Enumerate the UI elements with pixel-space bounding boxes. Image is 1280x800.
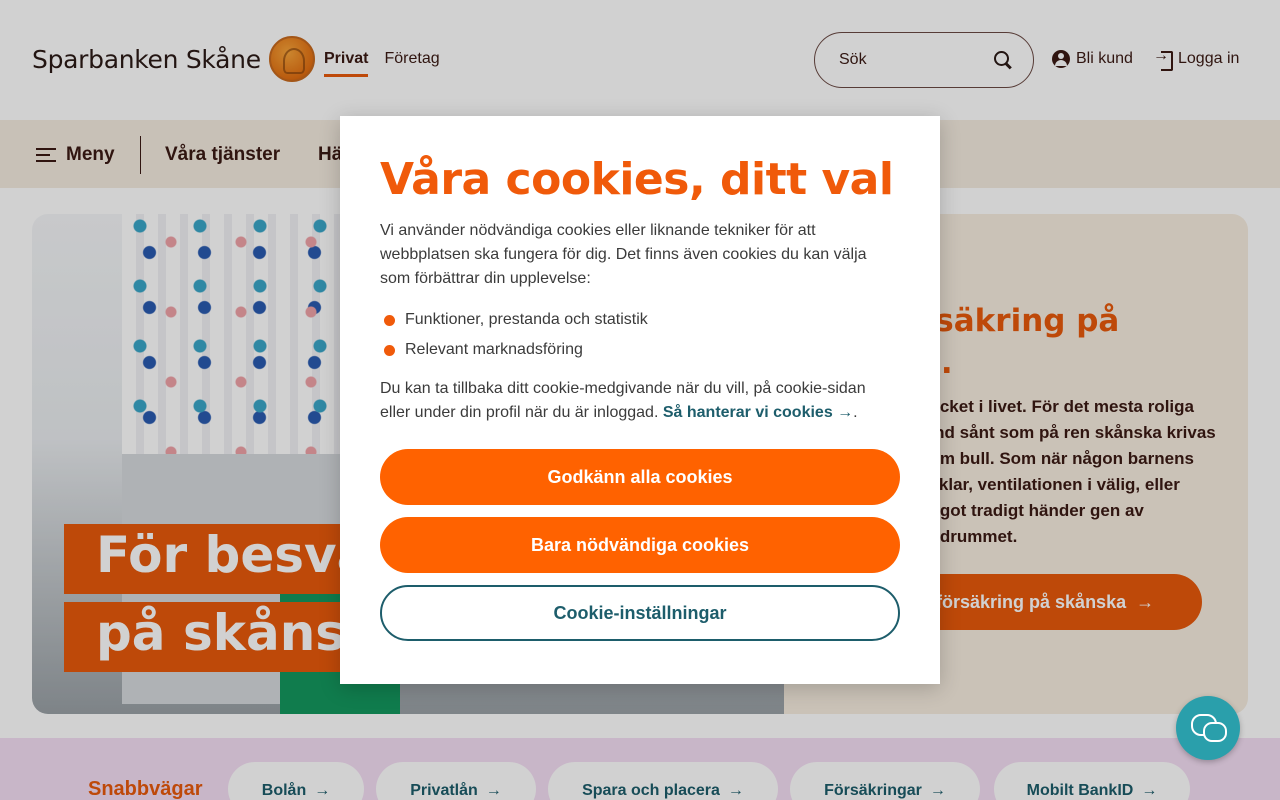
cookie-dialog-intro: Vi använder nödvändiga cookies eller lik… bbox=[380, 222, 867, 287]
cookie-settings-button[interactable]: Cookie-inställningar bbox=[380, 585, 900, 641]
cookie-dialog-outro: Du kan ta tillbaka ditt cookie-medgivand… bbox=[380, 380, 866, 421]
necessary-cookies-button[interactable]: Bara nödvändiga cookies bbox=[380, 517, 900, 573]
cookie-dialog-title: Våra cookies, ditt val bbox=[380, 154, 894, 205]
list-item-label: Funktioner, prestanda och statistik bbox=[405, 311, 648, 328]
list-item: Funktioner, prestanda och statistik bbox=[380, 305, 900, 335]
list-item: Relevant marknadsföring bbox=[380, 335, 900, 365]
cookie-consent-dialog: Våra cookies, ditt val Vi använder nödvä… bbox=[340, 116, 940, 684]
chat-button[interactable] bbox=[1176, 696, 1240, 760]
bullet-icon bbox=[384, 314, 395, 326]
bullet-icon bbox=[384, 344, 395, 356]
cookie-policy-link[interactable]: Så hanterar vi cookies → bbox=[663, 404, 853, 421]
cookie-purpose-list: Funktioner, prestanda och statistik Rele… bbox=[380, 305, 900, 365]
chat-bubbles-icon bbox=[1191, 714, 1227, 742]
list-item-label: Relevant marknadsföring bbox=[405, 341, 583, 358]
accept-all-cookies-button[interactable]: Godkänn alla cookies bbox=[380, 449, 900, 505]
